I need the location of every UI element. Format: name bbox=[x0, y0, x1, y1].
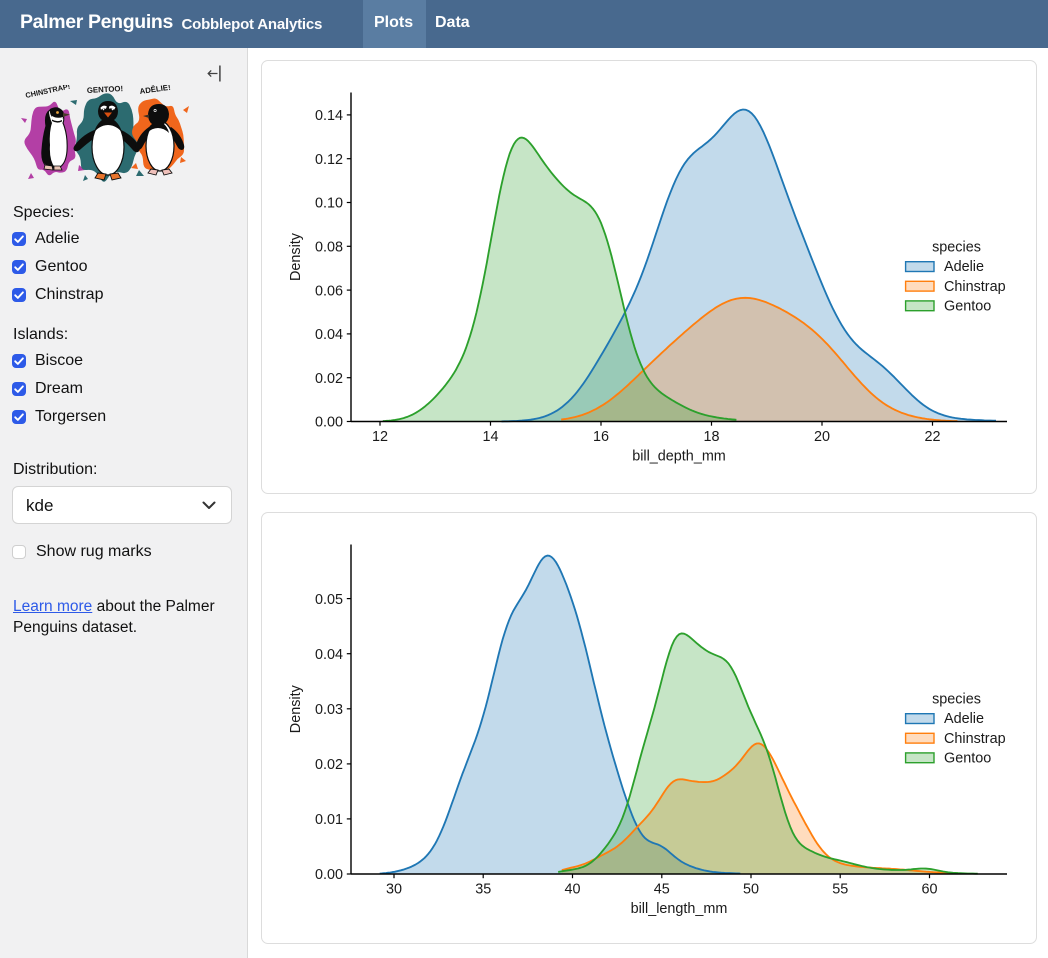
svg-text:Adelie: Adelie bbox=[944, 259, 984, 275]
svg-text:0.01: 0.01 bbox=[315, 812, 343, 828]
svg-text:40: 40 bbox=[564, 882, 580, 898]
svg-text:CHINSTRAP!: CHINSTRAP! bbox=[25, 85, 71, 100]
svg-text:species: species bbox=[932, 692, 981, 708]
svg-text:Adelie: Adelie bbox=[944, 711, 984, 727]
svg-text:35: 35 bbox=[475, 882, 491, 898]
svg-text:0.14: 0.14 bbox=[315, 108, 343, 124]
svg-text:bill_length_mm: bill_length_mm bbox=[631, 901, 728, 917]
svg-text:Chinstrap: Chinstrap bbox=[944, 279, 1006, 295]
svg-text:16: 16 bbox=[593, 429, 609, 445]
svg-text:0.08: 0.08 bbox=[315, 240, 343, 256]
svg-text:Chinstrap: Chinstrap bbox=[944, 731, 1006, 747]
svg-text:0.04: 0.04 bbox=[315, 647, 343, 663]
svg-text:Gentoo: Gentoo bbox=[944, 750, 991, 766]
svg-text:0.02: 0.02 bbox=[315, 757, 343, 773]
svg-text:0.06: 0.06 bbox=[315, 283, 343, 299]
svg-text:0.00: 0.00 bbox=[315, 415, 343, 431]
svg-text:18: 18 bbox=[703, 429, 719, 445]
svg-text:0.02: 0.02 bbox=[315, 371, 343, 387]
svg-text:30: 30 bbox=[386, 882, 402, 898]
svg-text:ADĒLIE!: ADĒLIE! bbox=[139, 85, 171, 96]
svg-text:20: 20 bbox=[814, 429, 830, 445]
svg-text:Density: Density bbox=[288, 232, 304, 281]
svg-text:14: 14 bbox=[482, 429, 498, 445]
svg-text:22: 22 bbox=[924, 429, 940, 445]
svg-text:0.12: 0.12 bbox=[315, 152, 343, 168]
svg-text:60: 60 bbox=[921, 882, 937, 898]
svg-text:Gentoo: Gentoo bbox=[944, 298, 991, 314]
svg-text:0.10: 0.10 bbox=[315, 196, 343, 212]
svg-text:0.00: 0.00 bbox=[315, 867, 343, 883]
svg-text:50: 50 bbox=[743, 882, 759, 898]
svg-text:bill_depth_mm: bill_depth_mm bbox=[632, 449, 726, 465]
svg-text:0.03: 0.03 bbox=[315, 702, 343, 718]
svg-text:55: 55 bbox=[832, 882, 848, 898]
svg-text:12: 12 bbox=[372, 429, 388, 445]
svg-text:0.04: 0.04 bbox=[315, 327, 343, 343]
svg-text:0.05: 0.05 bbox=[315, 592, 343, 608]
svg-text:GENTOO!: GENTOO! bbox=[87, 85, 124, 95]
svg-text:45: 45 bbox=[654, 882, 670, 898]
svg-text:species: species bbox=[932, 240, 981, 256]
svg-text:Density: Density bbox=[288, 684, 304, 733]
